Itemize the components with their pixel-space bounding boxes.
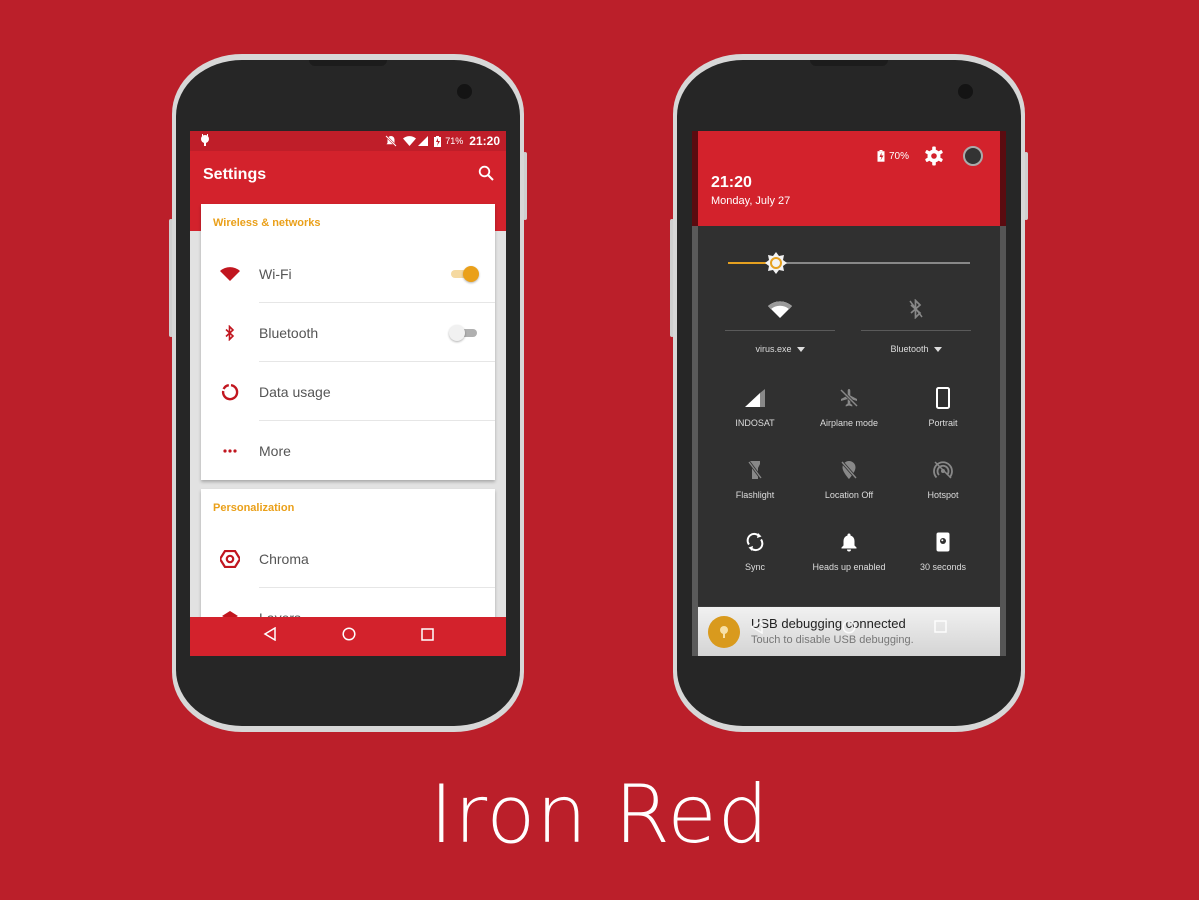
screen-timeout-icon [895,528,991,556]
navigation-bar [698,619,1000,640]
airplane-off-icon [801,384,897,412]
avatar[interactable] [963,146,983,166]
settings-item-chroma[interactable]: Chroma [201,529,495,588]
mute-icon [385,135,397,147]
brightness-icon[interactable] [764,251,788,275]
tile-indosat[interactable]: INDOSAT [707,384,803,428]
tile-label: 30 seconds [919,562,967,572]
tile-hotspot[interactable]: Hotspot [895,456,991,500]
date: Monday, July 27 [711,195,791,207]
speaker-grille [810,60,888,66]
tile-label: Hotspot [927,490,959,500]
screen: 70% 21:20 Monday, July 27 virus.exe Blue… [692,131,1006,656]
battery-icon [434,135,442,147]
settings-item-wifi[interactable]: Wi-Fi [201,244,495,303]
tile-label: Bluetooth [890,344,929,354]
section-header: Personalization [213,502,295,514]
battery-percent: 70% [888,150,909,162]
settings-item-more[interactable]: More [201,421,495,480]
item-label: Wi-Fi [259,265,292,282]
tile-airplane-mode[interactable]: Airplane mode [801,384,897,428]
wifi-toggle[interactable] [449,265,479,282]
clock: 21:20 [469,134,500,148]
front-camera [457,84,472,99]
chroma-icon [201,549,259,568]
bluetooth-off-icon [861,294,971,324]
battery-percent: 71% [445,136,464,146]
bluetooth-icon [201,324,259,341]
item-label: Chroma [259,550,309,567]
sync-icon [707,528,803,556]
more-icon [201,448,259,453]
search-icon[interactable] [478,165,494,186]
quick-settings-panel: virus.exe Bluetooth INDOSAT Airplane mod… [698,226,1000,606]
tile-label: Airplane mode [819,418,879,428]
tile-label: Heads up enabled [812,562,886,572]
tile-flashlight[interactable]: Flashlight [707,456,803,500]
wifi-network-dropdown[interactable]: virus.exe [755,344,805,354]
data-usage-icon [201,383,259,401]
phone-settings: 71% 21:20 Settings Wireless & networks W… [169,54,527,732]
location-off-icon [801,456,897,484]
recents-button[interactable] [934,620,947,638]
battery-icon [877,150,885,162]
divider [861,330,971,331]
settings-item-data-usage[interactable]: Data usage [201,362,495,421]
settings-item-bluetooth[interactable]: Bluetooth [201,303,495,362]
tile-label: Sync [744,562,765,572]
tile-screen-timeout[interactable]: 30 seconds [895,528,991,572]
navigation-bar [190,617,506,656]
scroll-edge [1000,226,1006,656]
phone-quick-settings: 70% 21:20 Monday, July 27 virus.exe Blue… [670,54,1028,732]
item-label: Data usage [259,383,331,400]
usb-debugging-notification[interactable]: USB debugging connected Touch to disable… [698,607,1000,656]
tile-sync[interactable]: Sync [707,528,803,572]
tile-label: Flashlight [735,490,775,500]
signal-icon [418,136,429,146]
bluetooth-toggle[interactable] [449,324,479,341]
item-label: Bluetooth [259,324,319,341]
signal-icon [707,384,803,412]
recents-button[interactable] [420,627,434,646]
tile-heads-up[interactable]: Heads up enabled [801,528,897,572]
tile-label: virus.exe [755,344,792,354]
back-button[interactable] [750,619,764,639]
section-wireless-networks: Wireless & networks Wi-Fi Bluetooth Data… [201,204,495,480]
quick-settings-header: 70% 21:20 Monday, July 27 [698,131,1000,226]
bluetooth-dropdown[interactable]: Bluetooth [890,344,942,354]
tile-label: INDOSAT [735,418,775,428]
home-button[interactable] [341,627,356,646]
status-bar: 71% 21:20 [190,131,506,151]
hotspot-off-icon [895,456,991,484]
front-camera [958,84,973,99]
wifi-icon [725,294,835,324]
wifi-icon [403,136,417,146]
tile-bluetooth[interactable]: Bluetooth [861,294,971,357]
item-label: More [259,442,291,459]
brightness-slider[interactable] [728,252,970,274]
tile-label: Location Off [824,490,874,500]
divider [725,330,835,331]
home-button[interactable] [842,620,856,639]
tile-wifi[interactable]: virus.exe [725,294,835,357]
battery-indicator: 70% [877,150,909,162]
tile-label: Portrait [928,418,958,428]
chevron-down-icon [796,346,805,352]
back-button[interactable] [263,626,277,646]
page-title: Settings [203,166,267,183]
chevron-down-icon [933,346,942,352]
tile-portrait[interactable]: Portrait [895,384,991,428]
clock: 21:20 [711,174,752,191]
tile-location[interactable]: Location Off [801,456,897,500]
screen: 71% 21:20 Settings Wireless & networks W… [190,131,506,656]
wifi-icon [201,266,259,281]
android-icon [200,133,210,149]
bell-icon [801,528,897,556]
theme-title: Iron Red [429,768,770,861]
section-header: Wireless & networks [213,217,321,229]
speaker-grille [309,60,387,66]
gear-icon[interactable] [924,146,944,171]
flashlight-off-icon [707,456,803,484]
portrait-icon [895,384,991,412]
